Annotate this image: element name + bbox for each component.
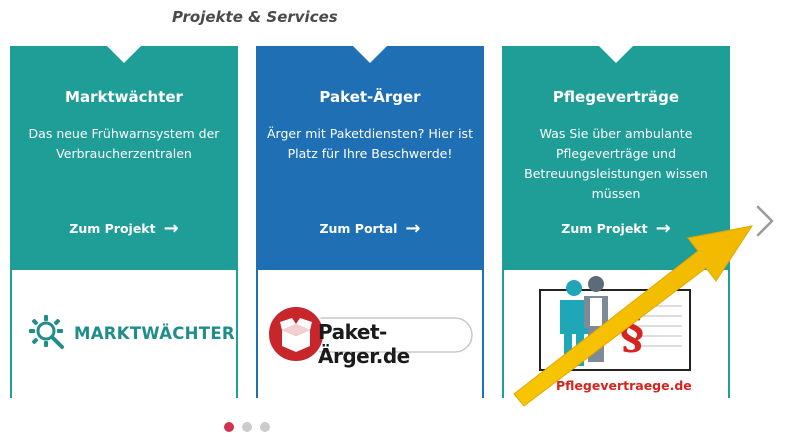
- card-logo-area[interactable]: MARKTWÄCHTER: [10, 270, 238, 398]
- arrow-right-icon: →: [163, 217, 179, 239]
- carousel-dot-1[interactable]: [224, 422, 234, 432]
- logo-text: MARKTWÄCHTER: [74, 323, 235, 343]
- marktwaechter-logo: MARKTWÄCHTER: [28, 314, 235, 352]
- card-header: Marktwächter Das neue Frühwarnsystem der…: [10, 46, 238, 270]
- arrow-right-icon: →: [405, 217, 421, 239]
- card-description: Das neue Frühwarnsystem der Verbraucherz…: [28, 126, 220, 161]
- card-marktwaechter[interactable]: Marktwächter Das neue Frühwarnsystem der…: [10, 46, 238, 398]
- card-description: Ärger mit Paketdiensten? Hier ist Platz …: [267, 126, 473, 161]
- zum-portal-link[interactable]: Zum Portal →: [256, 217, 484, 239]
- caregiver-document-icon: §: [539, 276, 691, 371]
- card-title: Pflegeverträge: [552, 88, 680, 106]
- card-logo-area[interactable]: Paket-Ärger.de: [256, 270, 484, 398]
- card-title: Marktwächter: [65, 88, 183, 106]
- zum-projekt-link[interactable]: Zum Projekt →: [502, 217, 730, 239]
- section-title: Projekte & Services: [172, 8, 338, 26]
- carousel-dot-2[interactable]: [242, 422, 252, 432]
- cta-label: Zum Projekt: [561, 221, 648, 236]
- carousel-dots: [224, 422, 270, 432]
- card-notch: [106, 46, 142, 63]
- magnifier-logo-icon: [29, 315, 64, 349]
- card-notch: [598, 46, 634, 63]
- card-description: Was Sie über ambulante Pflegeverträge un…: [524, 126, 708, 201]
- svg-text:§: §: [620, 305, 644, 359]
- paket-aerger-logo: Paket-Ärger.de: [266, 304, 476, 368]
- cta-label: Zum Projekt: [69, 221, 156, 236]
- card-notch: [352, 46, 388, 63]
- arrow-right-icon: →: [655, 217, 671, 239]
- card-logo-area[interactable]: § Pflegevertraege.de: [502, 270, 730, 398]
- card-title: Paket-Ärger: [319, 88, 421, 106]
- cta-label: Zum Portal: [319, 221, 398, 236]
- card-paket-aerger[interactable]: Paket-Ärger Ärger mit Paketdiensten? Hie…: [256, 46, 484, 398]
- card-header: Paket-Ärger Ärger mit Paketdiensten? Hie…: [256, 46, 484, 270]
- carousel-dot-3[interactable]: [260, 422, 270, 432]
- card-pflegevertraege[interactable]: Pflegeverträge Was Sie über ambulante Pf…: [502, 46, 730, 398]
- logo-text: Paket-Ärger.de: [318, 320, 410, 368]
- pflegevertraege-logo: § Pflegevertraege.de: [536, 276, 696, 394]
- logo-text: Pflegevertraege.de: [556, 378, 692, 393]
- chevron-right-icon[interactable]: [754, 204, 776, 238]
- zum-projekt-link[interactable]: Zum Projekt →: [10, 217, 238, 239]
- card-header: Pflegeverträge Was Sie über ambulante Pf…: [502, 46, 730, 270]
